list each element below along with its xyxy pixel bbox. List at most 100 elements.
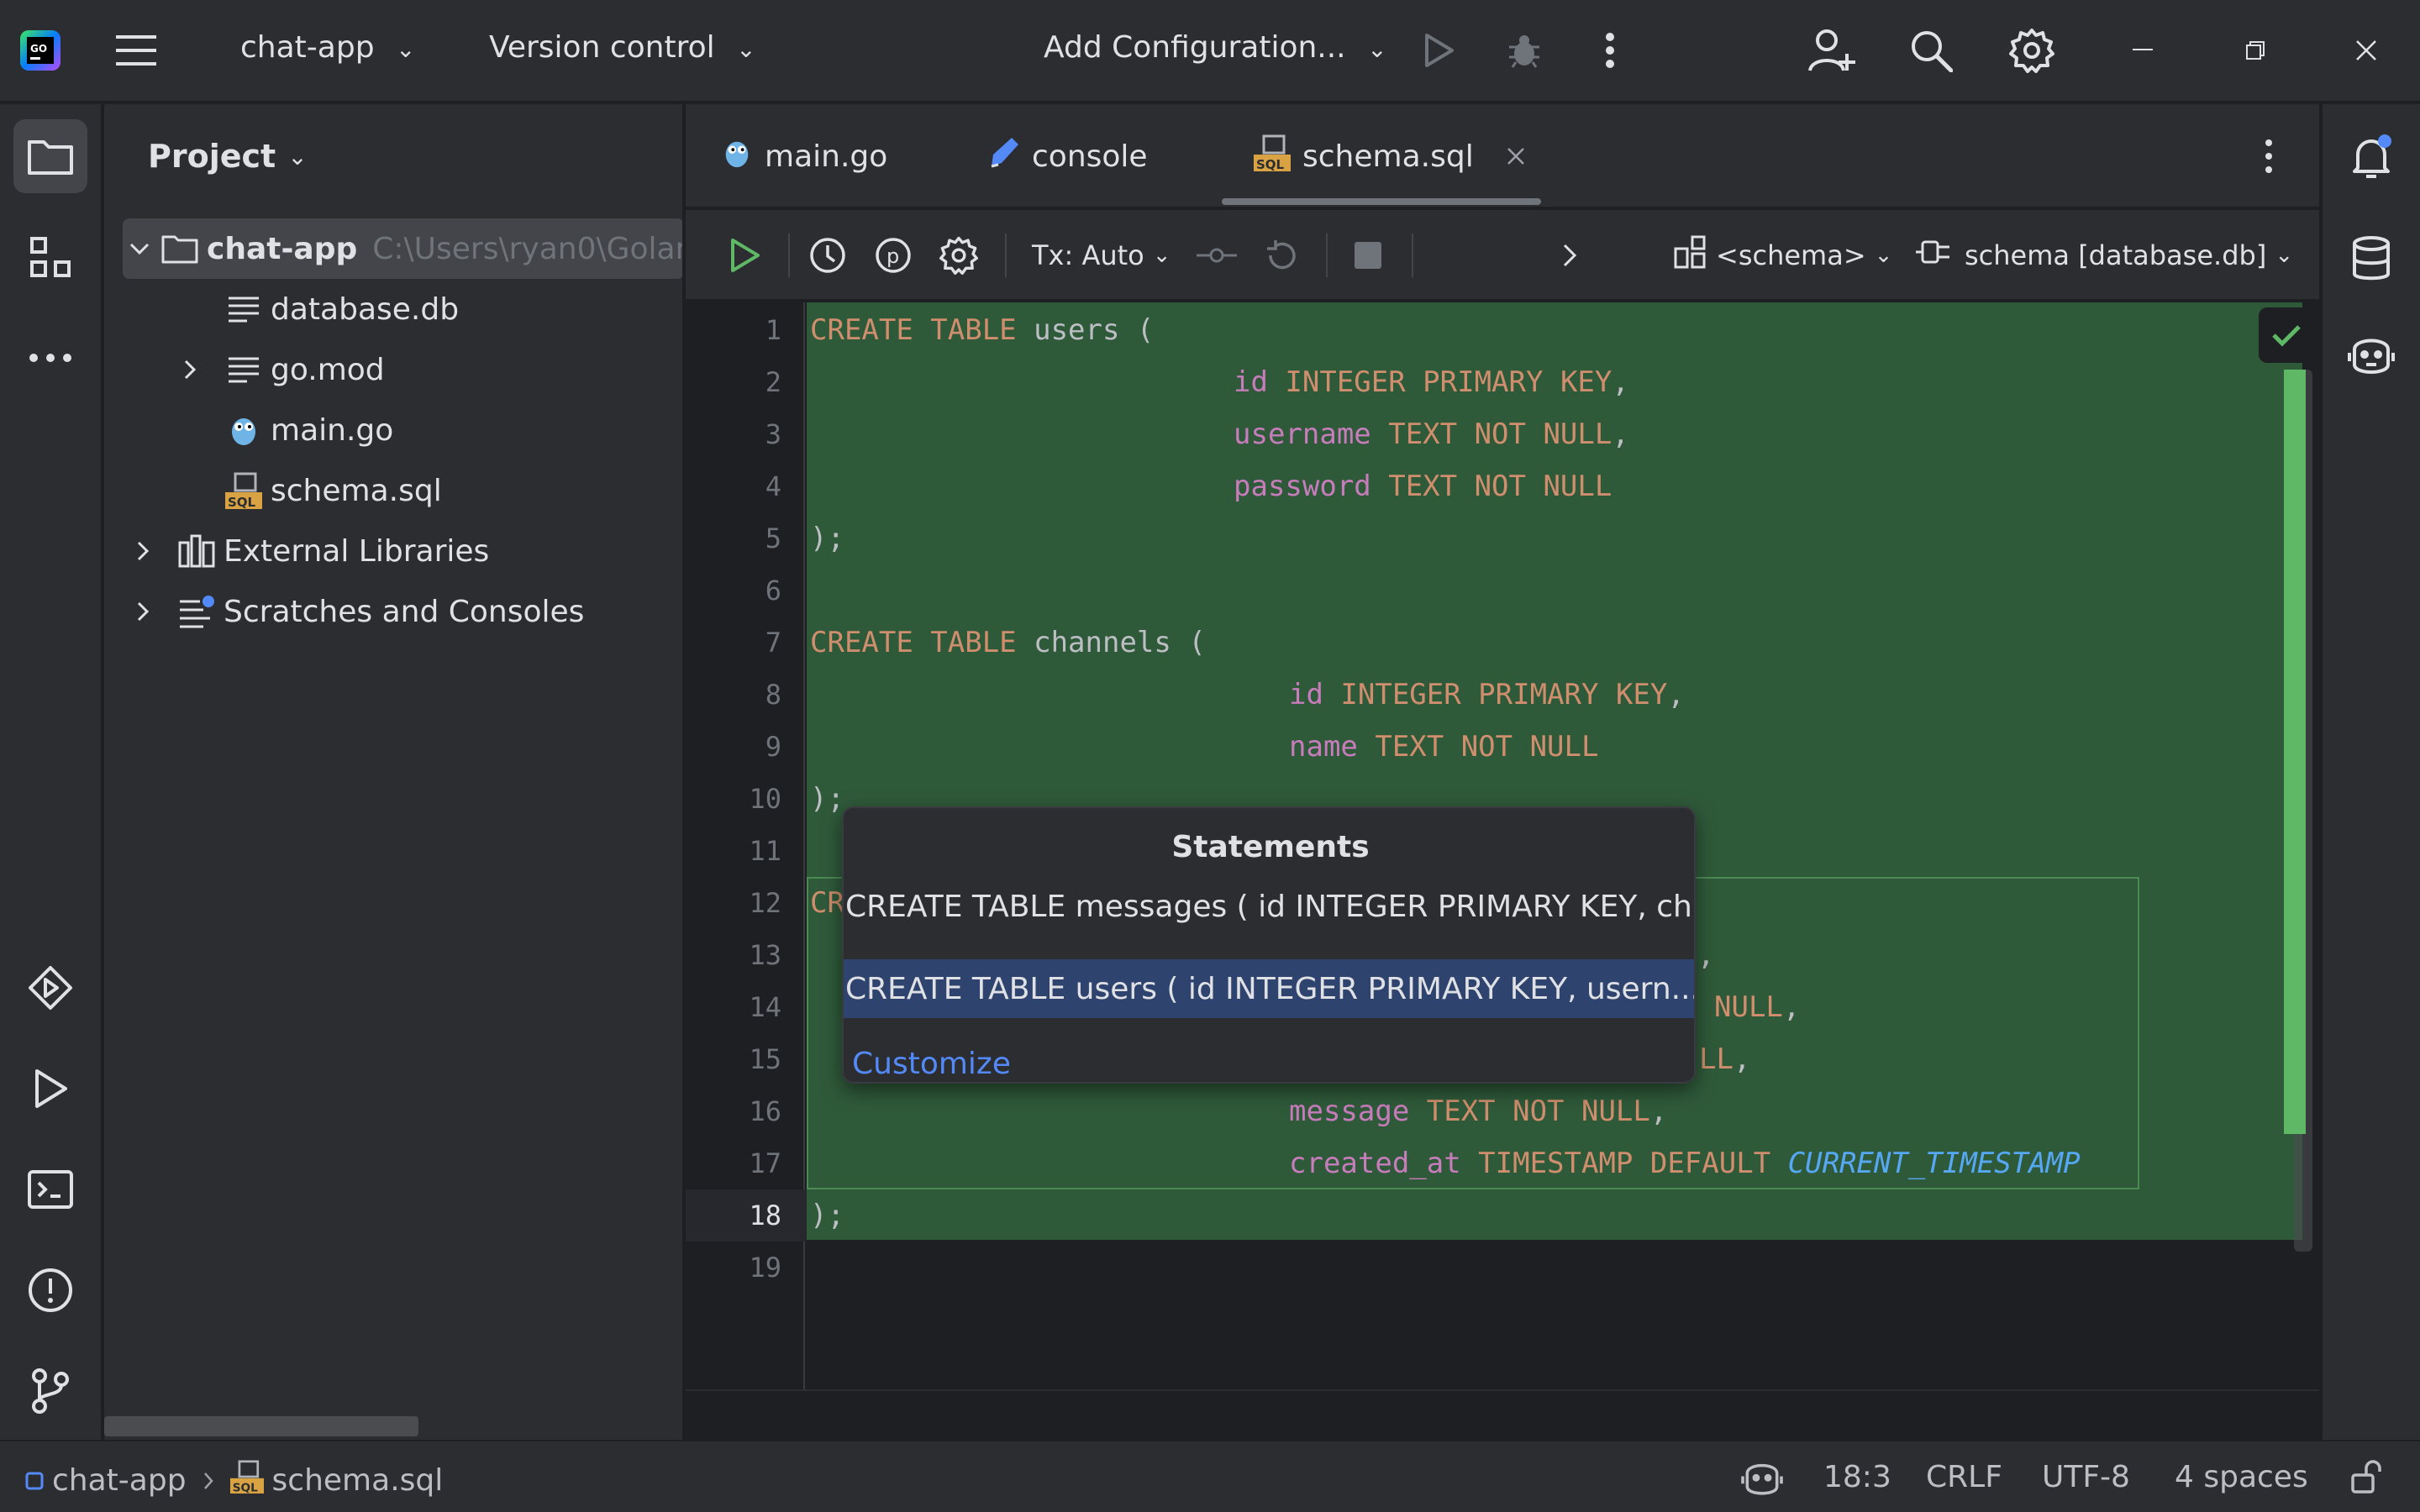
history-icon[interactable] [808, 230, 847, 281]
run-icon[interactable] [1413, 25, 1464, 76]
app-logo-icon[interactable]: GO [15, 25, 66, 76]
datasource-plug-icon [1916, 237, 1956, 274]
tab-label: main.go [765, 139, 888, 174]
transaction-mode-selector[interactable]: Tx: Auto ⌄ [1032, 230, 1171, 281]
database-tool-button[interactable] [2334, 222, 2408, 296]
sql-file-icon: SQL [225, 472, 262, 509]
hamburger-icon[interactable] [111, 25, 161, 76]
code-line[interactable]: id INTEGER PRIMARY KEY, [1289, 669, 1685, 721]
close-icon[interactable] [2341, 25, 2391, 76]
sql-punct: , [1612, 365, 1629, 399]
chevron-right-icon[interactable] [126, 595, 160, 628]
tree-file-database-db[interactable]: database.db [104, 279, 682, 339]
structure-tool-button[interactable] [13, 220, 87, 294]
tree-file-go-mod[interactable]: go.mod [104, 339, 682, 400]
horizontal-scrollbar[interactable] [104, 1416, 418, 1436]
search-icon[interactable] [1906, 25, 1956, 76]
sql-column: message [1289, 1095, 1410, 1128]
minimize-icon[interactable] [2118, 25, 2168, 76]
code-line[interactable]: CREATE TABLE channels ( [810, 617, 1206, 669]
file-encoding[interactable]: UTF-8 [2042, 1460, 2130, 1494]
problems-tool-button[interactable] [13, 1253, 87, 1327]
tree-scratches-and-consoles[interactable]: Scratches and Consoles [104, 581, 682, 642]
code-line[interactable]: id INTEGER PRIMARY KEY, [1234, 356, 1629, 408]
code-line[interactable]: created_at TIMESTAMP DEFAULT CURRENT_TIM… [1289, 1137, 2081, 1189]
settings-icon[interactable] [2007, 25, 2057, 76]
go-gopher-icon [225, 412, 262, 449]
editor-tabs: main.go console SQL schema.sql [686, 104, 2319, 208]
tree-file-main-go[interactable]: main.go [104, 400, 682, 460]
code-line[interactable]: message TEXT NOT NULL, [1289, 1085, 1667, 1137]
settings-icon[interactable] [939, 230, 978, 281]
line-number: 15 [749, 1043, 781, 1075]
vcs-menu[interactable]: Version control ⌄ [489, 30, 756, 65]
tabs-more-icon[interactable] [2264, 138, 2274, 178]
commit-icon[interactable] [1197, 230, 1237, 281]
restore-icon[interactable] [2230, 25, 2281, 76]
schema-selector[interactable]: <schema> ⌄ [1674, 230, 1892, 281]
tree-root-chat-app[interactable]: chat-app C:\Users\ryan0\GolandProjects\c… [123, 218, 682, 279]
popup-item[interactable]: CREATE TABLE messages ( id INTEGER PRIMA… [844, 877, 1694, 936]
chevron-right-icon[interactable] [173, 353, 207, 386]
stop-icon[interactable] [1353, 230, 1383, 281]
tree-file-schema-sql[interactable]: SQL schema.sql [104, 460, 682, 521]
caret-position[interactable]: 18:3 [1823, 1460, 1891, 1494]
ai-status-icon[interactable] [1741, 1460, 1783, 1499]
debug-icon[interactable] [1499, 25, 1549, 76]
add-user-icon[interactable] [1807, 25, 1857, 76]
customize-link[interactable]: Customize [852, 1047, 1011, 1081]
ai-assistant-button[interactable] [2334, 319, 2408, 393]
indent-setting[interactable]: 4 spaces [2175, 1460, 2308, 1494]
code-line-current[interactable]: ); [810, 1189, 844, 1242]
more-tools-button[interactable] [13, 321, 87, 395]
datasource-selector[interactable]: schema [database.db] ⌄ [1916, 230, 2293, 281]
project-selector[interactable]: chat-app ⌄ [240, 30, 415, 65]
svg-text:SQL: SQL [1256, 157, 1285, 171]
tab-schema-sql[interactable]: SQL schema.sql [1254, 104, 1526, 208]
execute-icon[interactable] [728, 230, 761, 281]
inspection-ok-icon[interactable] [2259, 307, 2314, 363]
sql-file-icon: SQL [1254, 134, 1291, 179]
rollback-icon[interactable] [1264, 230, 1297, 281]
chevron-right-icon[interactable] [1563, 230, 1576, 281]
tab-close-icon[interactable] [1506, 139, 1526, 174]
git-tool-button[interactable] [13, 1354, 87, 1428]
popup-item-selected[interactable]: CREATE TABLE users ( id INTEGER PRIMARY … [844, 959, 1694, 1018]
sql-column: id [1289, 678, 1323, 711]
tree-external-libraries[interactable]: External Libraries [104, 521, 682, 581]
chevron-down-icon[interactable] [129, 232, 150, 265]
code-line[interactable]: name TEXT NOT NULL [1289, 721, 1598, 773]
code-line[interactable]: CREATE TABLE users ( [810, 304, 1154, 356]
tab-main-go[interactable]: main.go [721, 104, 887, 208]
run-configuration-selector[interactable]: Add Configuration... ⌄ [1044, 30, 1387, 65]
services-tool-button[interactable] [13, 951, 87, 1025]
terminal-tool-button[interactable] [13, 1152, 87, 1226]
more-icon[interactable] [1585, 25, 1635, 76]
tree-root-path: C:\Users\ryan0\GolandProjects\chat-app [372, 231, 682, 266]
database-icon [2353, 236, 2390, 281]
code-line[interactable]: ); [810, 512, 844, 564]
code-line[interactable]: username TEXT NOT NULL, [1234, 408, 1629, 460]
toolbar-separator [1412, 234, 1413, 277]
parameters-icon[interactable]: p [874, 230, 913, 281]
run-config-label: Add Configuration... [1044, 30, 1346, 65]
breadcrumb-file[interactable]: schema.sql [272, 1463, 444, 1498]
code-line[interactable]: LL, [1699, 1033, 1750, 1085]
file-label: schema.sql [271, 473, 442, 508]
code-line[interactable]: NULL, [1714, 981, 1800, 1033]
sql-column: name [1289, 730, 1358, 764]
tab-console[interactable]: console [986, 104, 1148, 208]
scratches-icon [178, 593, 215, 630]
project-tool-button[interactable] [13, 119, 87, 193]
code-line[interactable]: CR [810, 877, 844, 929]
breadcrumb-project[interactable]: chat-app [52, 1463, 187, 1498]
lock-icon[interactable] [2349, 1460, 2383, 1494]
notifications-button[interactable] [2334, 121, 2408, 195]
chevron-right-icon[interactable] [126, 534, 160, 568]
code-line[interactable]: , [1697, 929, 1714, 981]
run-tool-button[interactable] [13, 1052, 87, 1126]
line-separator[interactable]: CRLF [1926, 1460, 2002, 1494]
project-panel-header[interactable]: Project ⌄ [148, 138, 308, 175]
code-line[interactable]: password TEXT NOT NULL [1234, 460, 1612, 512]
code-line[interactable]: ); [810, 773, 844, 825]
